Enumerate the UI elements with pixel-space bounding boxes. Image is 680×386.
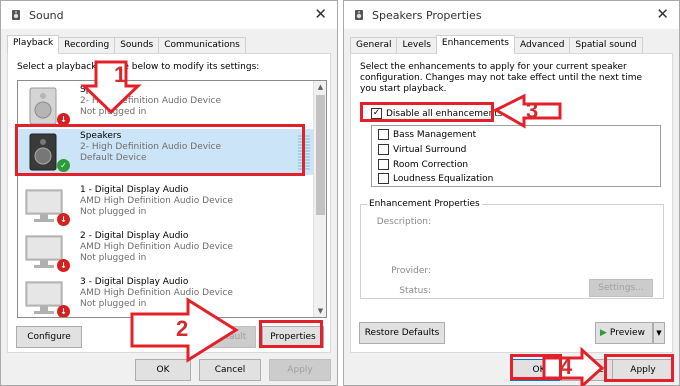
tab-communications[interactable]: Communications (158, 37, 246, 54)
tab-playback[interactable]: Playback (7, 35, 60, 54)
speakers-titlebar: Speakers Properties ✕ (344, 1, 679, 29)
tab-spatial-sound[interactable]: Spatial sound (569, 37, 643, 54)
device-description: 2- High Definition Audio Device (80, 142, 222, 152)
tab-advanced[interactable]: Advanced (513, 37, 571, 54)
device-description: AMD High Definition Audio Device (80, 242, 233, 252)
unplugged-badge-icon: ↓ (57, 113, 70, 126)
enhancement-loudness-equalization[interactable]: Loudness Equalization (378, 173, 493, 184)
enhancement-properties-legend: Enhancement Properties (367, 199, 482, 209)
apply-button[interactable]: Apply (612, 359, 674, 381)
properties-button[interactable]: Properties (262, 326, 324, 348)
description-label: Description: (376, 217, 431, 227)
enhancement-label: Room Correction (393, 159, 469, 170)
device-status: Not plugged in (80, 253, 147, 263)
speaker-icon (9, 8, 23, 22)
disable-all-enhancements-checkbox[interactable]: ✓ Disable all enhancements (371, 108, 503, 119)
checkbox-icon[interactable] (378, 159, 389, 170)
device-list-scrollbar[interactable]: ▲ ▼ (313, 81, 326, 317)
tab-recording[interactable]: Recording (58, 37, 116, 54)
sound-window: Sound ✕ Playback Recording Sounds Commun… (0, 0, 338, 386)
enhancement-label: Loudness Equalization (393, 173, 494, 184)
tab-levels[interactable]: Levels (396, 37, 437, 54)
scroll-down-arrow-icon[interactable]: ▼ (314, 305, 326, 317)
monitor-icon: ↓ (24, 230, 70, 274)
device-name: Speakers (80, 131, 122, 141)
device-name: 1 - Digital Display Audio (80, 185, 189, 195)
default-check-icon: ✓ (57, 159, 70, 172)
enhancement-room-correction[interactable]: Room Correction (378, 159, 468, 170)
monitor-icon: ↓ (24, 276, 70, 317)
enhancement-bass-management[interactable]: Bass Management (378, 129, 476, 140)
settings-button[interactable]: Settings... (589, 279, 653, 297)
monitor-icon: ↓ (24, 184, 70, 228)
device-status: Default Device (80, 153, 147, 163)
device-status: Not plugged in (80, 107, 147, 117)
speaker-icon: ✓ (24, 130, 70, 174)
sound-tabs: Playback Recording Sounds Communications (7, 35, 246, 54)
playback-device-list[interactable]: ↓ Speakers 2- High Definition Audio Devi… (17, 80, 327, 318)
checkmark-icon[interactable]: ✓ (371, 108, 382, 119)
checkbox-icon[interactable] (378, 173, 389, 184)
restore-defaults-button[interactable]: Restore Defaults (359, 322, 445, 344)
speaker-icon (352, 8, 366, 22)
enhancements-panel: Select the enhancements to apply for you… (350, 53, 673, 353)
provider-label: Provider: (391, 266, 431, 276)
scrollbar-thumb[interactable] (316, 95, 325, 215)
enhancements-instruction: Select the enhancements to apply for you… (360, 62, 643, 94)
speakers-tabs: General Levels Enhancements Advanced Spa… (350, 35, 643, 54)
enhancement-label: Bass Management (393, 129, 477, 140)
unplugged-badge-icon: ↓ (57, 305, 70, 317)
sound-close-button[interactable]: ✕ (314, 5, 327, 23)
preview-label: Preview (609, 328, 645, 338)
preview-dropdown-icon[interactable]: ▼ (653, 322, 665, 344)
volume-level-meter (298, 135, 310, 171)
device-name: Speakers (80, 85, 122, 95)
enhancement-virtual-surround[interactable]: Virtual Surround (378, 144, 466, 155)
unplugged-badge-icon: ↓ (57, 213, 70, 226)
device-name: 2 - Digital Display Audio (80, 231, 189, 241)
set-default-button[interactable]: Set Default (186, 326, 256, 348)
ok-button[interactable]: OK (135, 359, 191, 381)
device-item[interactable]: ↓ Speakers 2- High Definition Audio Devi… (18, 83, 314, 129)
unplugged-badge-icon: ↓ (57, 259, 70, 272)
enhancement-properties-group: Enhancement Properties Description: Prov… (360, 199, 664, 299)
apply-button[interactable]: Apply (269, 359, 331, 381)
configure-button[interactable]: Configure (16, 326, 82, 348)
tab-general[interactable]: General (350, 37, 398, 54)
scroll-up-arrow-icon[interactable]: ▲ (314, 81, 326, 93)
device-status: Not plugged in (80, 299, 147, 309)
device-name: 3 - Digital Display Audio (80, 277, 189, 287)
sound-titlebar: Sound ✕ (1, 1, 337, 29)
disable-all-label: Disable all enhancements (386, 108, 503, 119)
device-item[interactable]: ↓ 2 - Digital Display Audio AMD High Def… (18, 229, 314, 275)
checkbox-icon[interactable] (378, 144, 389, 155)
speakers-close-button[interactable]: ✕ (656, 5, 669, 23)
checkbox-icon[interactable] (378, 129, 389, 140)
speakers-window-title: Speakers Properties (372, 8, 482, 22)
status-label: Status: (399, 286, 431, 296)
playback-panel: Select a playback device below to modify… (7, 53, 331, 353)
enhancements-list: Bass Management Virtual Surround Room Co… (371, 125, 661, 187)
speakers-properties-window: Speakers Properties ✕ General Levels Enh… (343, 0, 680, 386)
device-status: Not plugged in (80, 207, 147, 217)
device-description: AMD High Definition Audio Device (80, 288, 233, 298)
speaker-icon: ↓ (24, 84, 70, 128)
tab-sounds[interactable]: Sounds (114, 37, 160, 54)
tab-enhancements[interactable]: Enhancements (435, 35, 515, 54)
preview-button[interactable]: ▶ Preview (595, 322, 653, 344)
sound-window-title: Sound (29, 8, 64, 22)
device-item-selected[interactable]: ✓ Speakers 2- High Definition Audio Devi… (18, 129, 314, 175)
playback-instruction: Select a playback device below to modify… (17, 62, 260, 72)
device-item[interactable]: ↓ 1 - Digital Display Audio AMD High Def… (18, 183, 314, 229)
device-description: AMD High Definition Audio Device (80, 196, 233, 206)
play-icon: ▶ (600, 328, 607, 338)
enhancement-label: Virtual Surround (393, 144, 467, 155)
device-description: 2- High Definition Audio Device (80, 96, 222, 106)
cancel-button[interactable]: Cancel (199, 359, 261, 381)
device-item[interactable]: ↓ 3 - Digital Display Audio AMD High Def… (18, 275, 314, 317)
